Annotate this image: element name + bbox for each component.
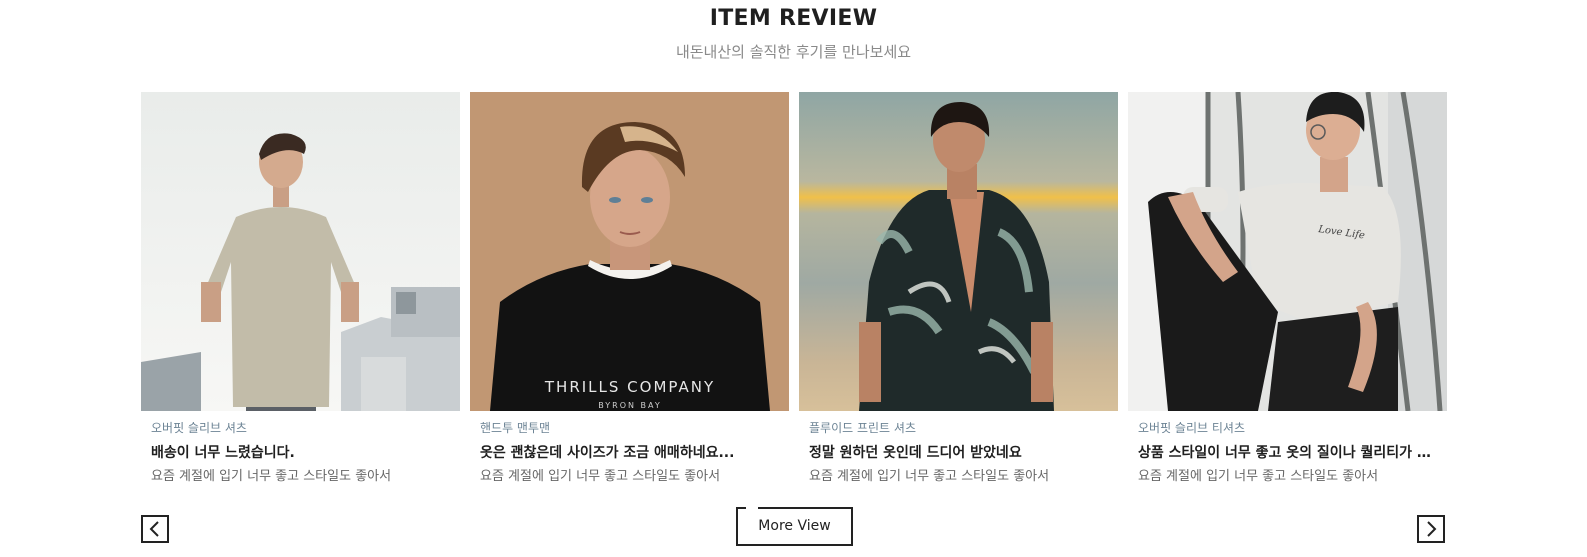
review-headline[interactable]: 상품 스타일이 너무 좋고 옷의 질이나 퀄리티가 기대 ... <box>1138 442 1438 462</box>
review-card[interactable]: 플루이드 프린트 셔츠 정말 원하던 옷인데 드디어 받았네요 요즘 계절에 입… <box>799 92 1118 487</box>
review-headline[interactable]: 정말 원하던 옷인데 드디어 받았네요 <box>809 442 1109 462</box>
shirt-print-subtext: BYRON BAY <box>598 401 662 410</box>
carousel-next-button[interactable] <box>1417 515 1445 543</box>
review-category[interactable]: 오버핏 슬리브 셔츠 <box>151 419 247 436</box>
review-text: 요즘 계절에 입기 너무 좋고 스타일도 좋아서 <box>809 469 1050 484</box>
review-text: 요즘 계절에 입기 너무 좋고 스타일도 좋아서 <box>151 469 392 484</box>
review-photo[interactable]: Love Life <box>1128 92 1447 411</box>
shirt-print-text: THRILLS COMPANY <box>544 378 715 396</box>
review-headline[interactable]: 배송이 너무 느렸습니다. <box>151 442 451 462</box>
more-view-label: More View <box>758 518 831 534</box>
review-category[interactable]: 오버핏 슬리브 티셔츠 <box>1138 419 1245 436</box>
chevron-right-icon <box>1427 521 1437 537</box>
review-card[interactable]: THRILLS COMPANY BYRON BAY 핸드투 맨투맨 옷은 괜찮은… <box>470 92 789 487</box>
review-photo[interactable] <box>141 92 460 411</box>
button-notch <box>746 507 758 509</box>
chevron-left-icon <box>149 521 159 537</box>
more-view-button[interactable]: More View <box>736 507 853 546</box>
section-title: ITEM REVIEW <box>709 6 878 31</box>
review-text: 요즘 계절에 입기 너무 좋고 스타일도 좋아서 <box>480 469 721 484</box>
review-card[interactable]: Love Life 오버핏 슬리브 티셔츠 상품 스타일이 너무 좋고 옷의 질… <box>1128 92 1447 487</box>
review-category[interactable]: 핸드투 맨투맨 <box>480 419 550 436</box>
review-headline[interactable]: 옷은 괜찮은데 사이즈가 조금 애매하네요... <box>480 442 780 462</box>
review-text: 요즘 계절에 입기 너무 좋고 스타일도 좋아서 <box>1138 469 1379 484</box>
review-category[interactable]: 플루이드 프린트 셔츠 <box>809 419 916 436</box>
review-photo[interactable] <box>799 92 1118 411</box>
review-card[interactable]: 오버핏 슬리브 셔츠 배송이 너무 느렸습니다. 요즘 계절에 입기 너무 좋고… <box>141 92 460 487</box>
carousel-prev-button[interactable] <box>141 515 169 543</box>
section-subtitle: 내돈내산의 솔직한 후기를 만나보세요 <box>675 43 912 61</box>
review-photo[interactable]: THRILLS COMPANY BYRON BAY <box>470 92 789 411</box>
